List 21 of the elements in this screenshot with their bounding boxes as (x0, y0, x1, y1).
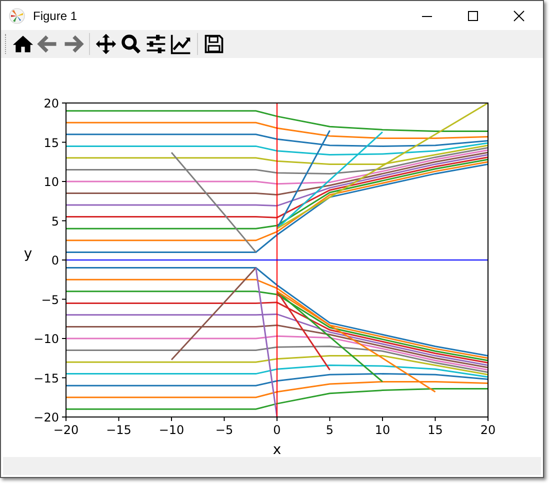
tick-label: −5 (41, 292, 59, 307)
tick-label: 15 (44, 136, 59, 150)
tick-label: 5 (326, 423, 334, 437)
tick-label: 0 (273, 423, 281, 437)
tick-label: 15 (428, 423, 443, 437)
window-title: Figure 1 (33, 8, 78, 22)
tick-label: −15 (106, 423, 132, 437)
tick-label: −10 (34, 332, 59, 346)
tick-label: −5 (215, 423, 234, 437)
tick-label: −10 (158, 423, 184, 437)
tick-label: −15 (34, 371, 59, 386)
tick-label: 0 (51, 254, 59, 268)
tick-label: 10 (44, 175, 59, 189)
axis-label: x (272, 442, 282, 457)
tick-label: 5 (51, 214, 59, 228)
tick-label: 20 (44, 96, 59, 110)
tick-label: −20 (53, 423, 79, 437)
tick-label: −20 (34, 410, 59, 424)
axis-label: y (24, 246, 32, 262)
tick-label: 20 (480, 423, 496, 437)
tick-label: 10 (374, 423, 390, 437)
